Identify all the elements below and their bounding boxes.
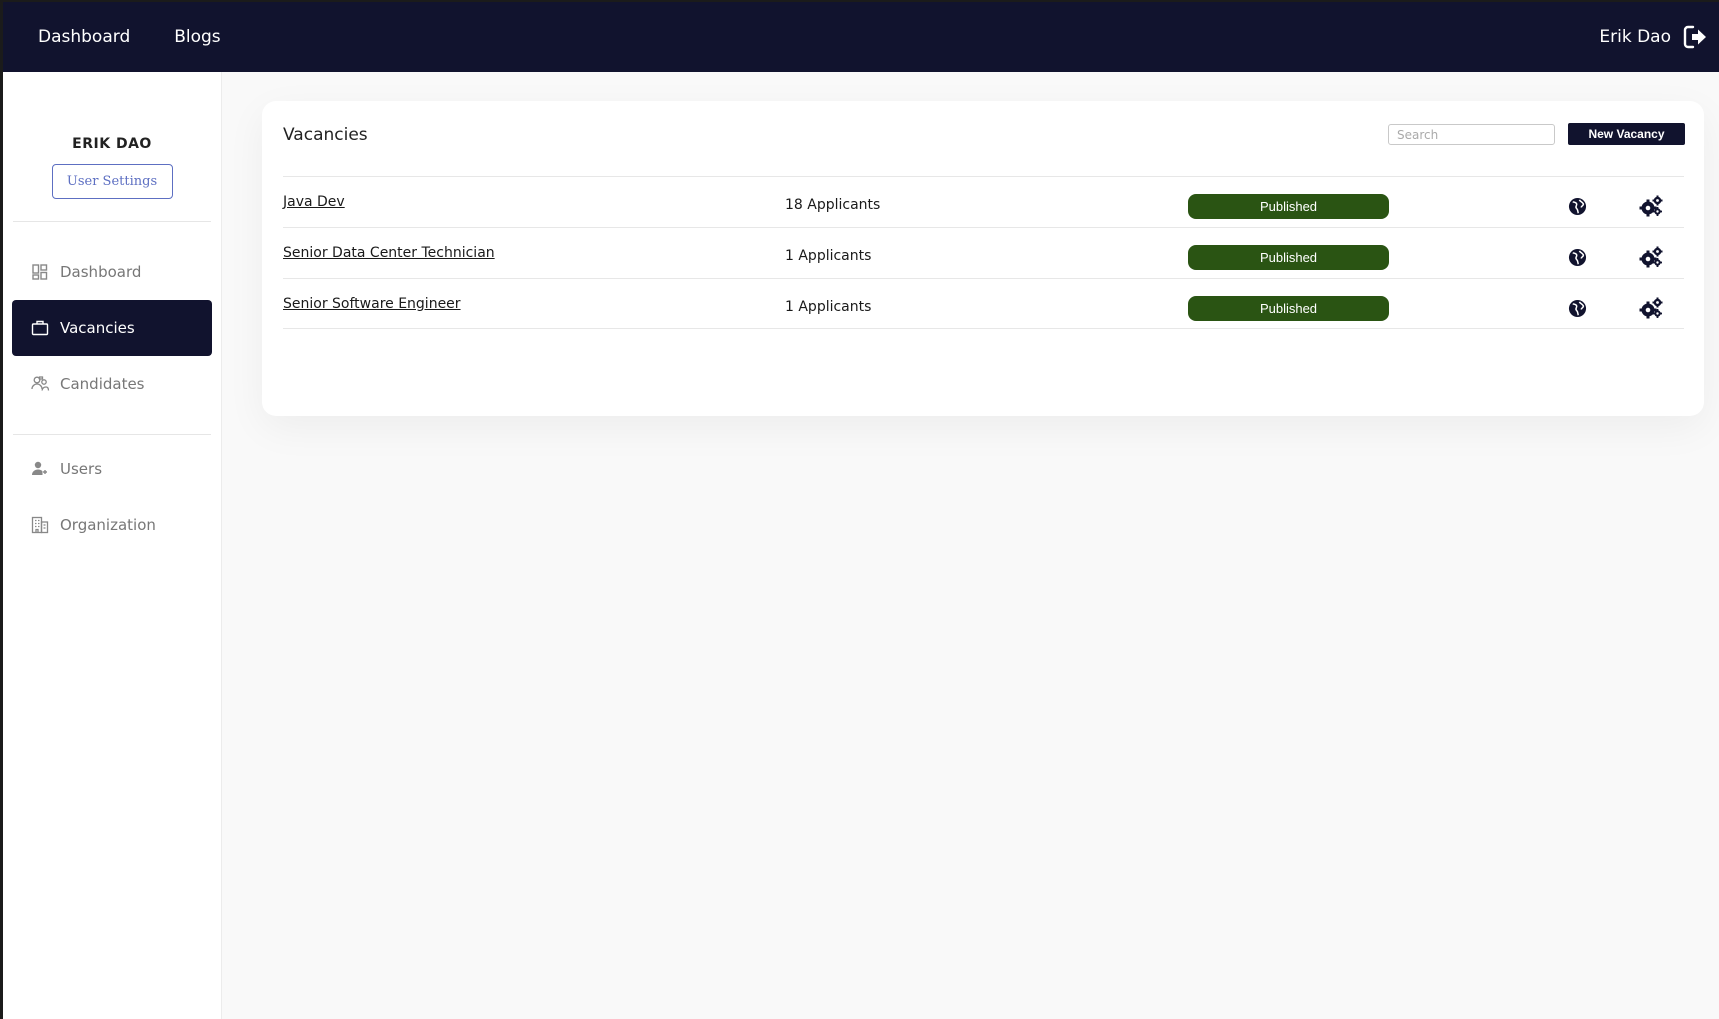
applicant-count: 1 Applicants (785, 248, 872, 264)
user-name[interactable]: Erik Dao (1599, 27, 1671, 47)
search-input[interactable] (1388, 124, 1555, 145)
sidebar-divider (13, 221, 211, 222)
status-badge: Published (1188, 296, 1389, 321)
page-title: Vacancies (283, 125, 368, 145)
sidebar-item-candidates[interactable]: Candidates (12, 356, 212, 412)
vacancy-name-link[interactable]: Java Dev (283, 194, 345, 210)
globe-icon[interactable] (1568, 248, 1587, 267)
vacancy-name-link[interactable]: Senior Software Engineer (283, 296, 461, 312)
dashboard-icon (30, 262, 50, 282)
sidebar-item-dashboard[interactable]: Dashboard (12, 244, 212, 300)
new-vacancy-button[interactable]: New Vacancy (1568, 123, 1685, 145)
sidebar-item-vacancies[interactable]: Vacancies (12, 300, 212, 356)
applicant-count: 1 Applicants (785, 299, 872, 315)
sidebar-item-label: Vacancies (60, 319, 135, 337)
vacancies-card: Vacancies New Vacancy Java Dev 18 Applic… (262, 101, 1704, 416)
sidebar-menu-admin: Users Organization (3, 441, 221, 553)
user-area: Erik Dao (1599, 2, 1709, 72)
sidebar-item-label: Organization (60, 516, 156, 534)
sidebar-item-organization[interactable]: Organization (12, 497, 212, 553)
sidebar-item-label: Dashboard (60, 263, 142, 281)
sidebar-item-label: Candidates (60, 375, 145, 393)
globe-icon[interactable] (1568, 299, 1587, 318)
profile-block: ERIK DAO User Settings (3, 72, 221, 199)
vacancy-table: Java Dev 18 Applicants Published Senior … (283, 176, 1684, 329)
sidebar-item-label: Users (60, 460, 103, 478)
status-badge: Published (1188, 194, 1389, 219)
logout-icon[interactable] (1683, 24, 1709, 50)
candidates-icon (30, 374, 50, 394)
profile-name: ERIK DAO (72, 136, 152, 152)
table-row: Java Dev 18 Applicants Published (283, 176, 1684, 227)
applicant-count: 18 Applicants (785, 197, 881, 213)
user-settings-button[interactable]: User Settings (51, 164, 173, 199)
briefcase-icon (30, 318, 50, 338)
globe-icon[interactable] (1568, 197, 1587, 216)
top-nav-dashboard[interactable]: Dashboard (38, 27, 130, 47)
status-badge: Published (1188, 245, 1389, 270)
top-bar: Dashboard Blogs Erik Dao (3, 2, 1719, 72)
top-nav-blogs[interactable]: Blogs (174, 27, 220, 47)
top-nav: Dashboard Blogs (38, 27, 265, 47)
gears-icon[interactable] (1639, 195, 1663, 217)
gears-icon[interactable] (1639, 246, 1663, 268)
user-icon (30, 459, 50, 479)
sidebar-item-users[interactable]: Users (12, 441, 212, 497)
sidebar-menu: Dashboard Vacancies Candidates (3, 244, 221, 412)
building-icon (30, 515, 50, 535)
table-row: Senior Software Engineer 1 Applicants Pu… (283, 278, 1684, 329)
sidebar-divider-2 (13, 434, 211, 435)
vacancy-name-link[interactable]: Senior Data Center Technician (283, 245, 495, 261)
sidebar: ERIK DAO User Settings Dashboard Vacanci… (3, 72, 222, 1019)
gears-icon[interactable] (1639, 297, 1663, 319)
table-row: Senior Data Center Technician 1 Applican… (283, 227, 1684, 278)
